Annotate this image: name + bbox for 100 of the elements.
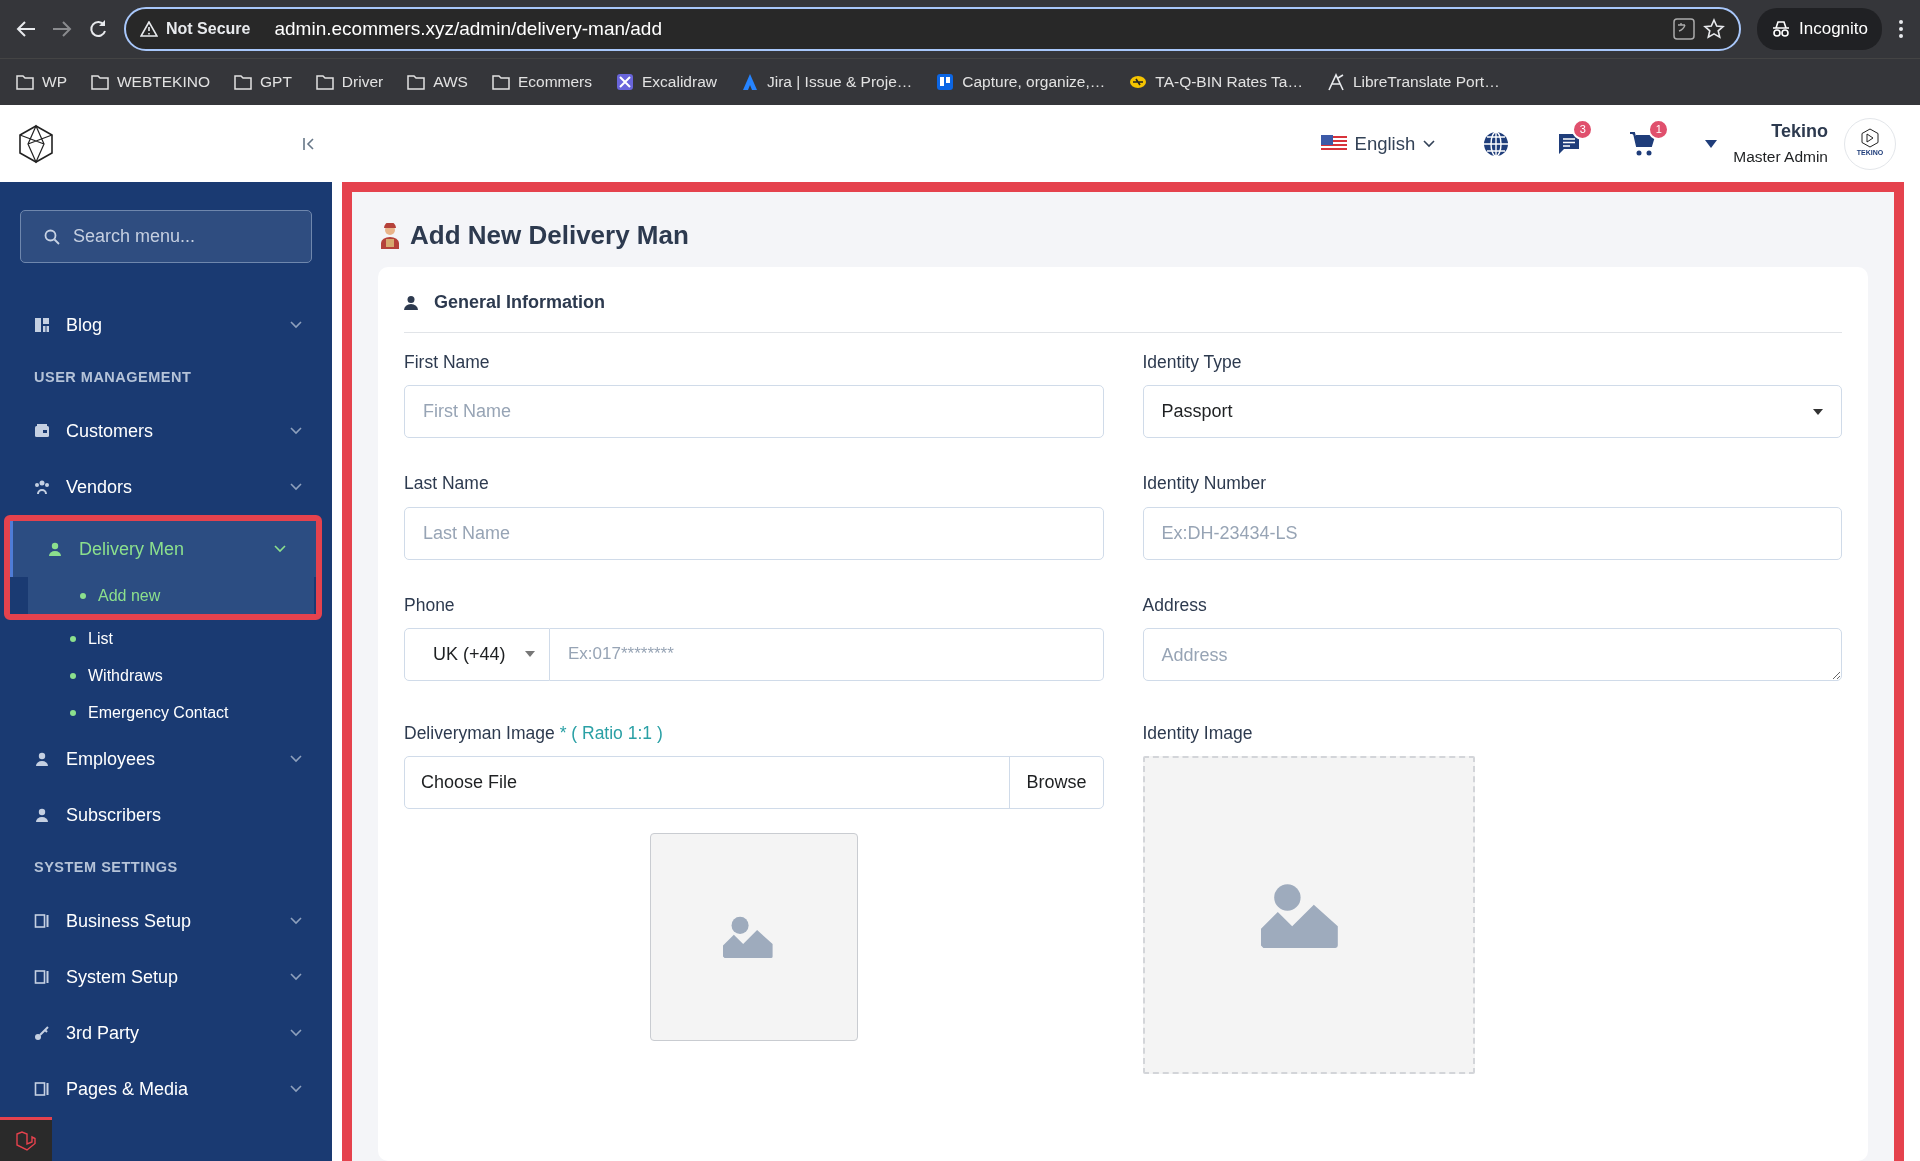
- site-icon: [616, 73, 634, 91]
- sidebar-item[interactable]: Blog: [0, 297, 332, 353]
- site-icon: [1326, 73, 1345, 91]
- logo-icon: [16, 123, 56, 164]
- sidebar-item[interactable]: System Setup: [0, 949, 332, 1005]
- bookmark-link[interactable]: Jira | Issue & Proje…: [740, 70, 913, 94]
- chat-icon[interactable]: [1557, 131, 1582, 156]
- folder-icon: [234, 74, 252, 90]
- chevron-down-icon: [274, 545, 286, 553]
- courier-icon: [378, 222, 402, 249]
- bookmark-link[interactable]: WP: [16, 70, 67, 94]
- bookmark-link[interactable]: WEBTEKINO: [90, 70, 210, 94]
- chevron-down-icon: [290, 1029, 302, 1037]
- bullet-icon: [70, 709, 76, 716]
- page-title: Add New Delivery Man: [410, 220, 689, 252]
- globe-icon[interactable]: [1483, 130, 1510, 157]
- site-icon: [740, 73, 759, 91]
- chevron-down-icon: [290, 755, 302, 763]
- field-label: First Name: [404, 351, 491, 375]
- cart-count: 1: [1648, 118, 1670, 140]
- text-field[interactable]: Ex:DH-23434-LS: [1142, 506, 1842, 560]
- sidebar-item[interactable]: Pages & Media: [0, 1061, 332, 1117]
- select-field[interactable]: Passport: [1142, 385, 1842, 439]
- chevron-down-icon: [290, 321, 302, 329]
- address-bar[interactable]: Not Secure admin.ecommers.xyz/admin/delivery-man/add: [124, 7, 1741, 51]
- field-label: Identity Image: [1142, 721, 1254, 745]
- caret-icon[interactable]: [1705, 139, 1718, 148]
- incognito-icon: [1771, 20, 1791, 38]
- flag-icon: [1320, 134, 1347, 153]
- sidebar-item[interactable]: Business Setup: [0, 893, 332, 949]
- bookmark-link[interactable]: LibreTranslate Port…: [1326, 70, 1500, 94]
- folder-icon: [491, 74, 510, 90]
- sidebar-item[interactable]: Subscribers: [0, 787, 332, 843]
- key-icon: [34, 1025, 50, 1041]
- star-icon[interactable]: [1703, 18, 1725, 40]
- back-icon[interactable]: [16, 20, 36, 38]
- panel-icon: [34, 1081, 50, 1097]
- sidebar-item[interactable]: 3rd Party: [0, 1005, 332, 1061]
- panel-icon: [34, 913, 50, 929]
- bookmark-link[interactable]: AWS: [407, 70, 468, 94]
- caret-icon: [525, 651, 535, 658]
- submenu-item[interactable]: List: [0, 620, 332, 657]
- user-name: Tekino: [1771, 120, 1828, 144]
- submenu-item[interactable]: Emergency Contact: [0, 694, 332, 731]
- cube-icon: [15, 1129, 37, 1152]
- sidebar-item[interactable]: Vendors: [0, 459, 332, 515]
- bookmark-link[interactable]: GPT: [234, 70, 292, 94]
- language-dropdown[interactable]: English: [1320, 129, 1436, 158]
- bookmark-link[interactable]: Capture, organize,…: [936, 70, 1106, 94]
- forward-icon[interactable]: [52, 20, 72, 38]
- text-field[interactable]: First Name: [404, 385, 1104, 439]
- person-icon: [404, 294, 418, 311]
- folder-icon: [407, 74, 426, 90]
- field-label: Deliveryman Image * ( Ratio 1:1 ): [404, 721, 664, 745]
- dashboard-icon: [34, 317, 50, 333]
- people-icon: [34, 479, 50, 495]
- phone-field[interactable]: Ex:017********: [550, 627, 1104, 681]
- bookmark-link[interactable]: Driver: [315, 70, 384, 94]
- submenu-item[interactable]: Add new: [28, 577, 314, 614]
- person-icon: [34, 807, 50, 823]
- translate-icon[interactable]: [1673, 18, 1695, 40]
- more-icon[interactable]: [1898, 19, 1904, 39]
- bookmark-link[interactable]: TA-Q-BIN Rates Ta…: [1129, 70, 1303, 94]
- incognito-button[interactable]: Incognito: [1757, 8, 1882, 50]
- panel-icon: [34, 969, 50, 985]
- folder-icon: [90, 74, 109, 90]
- site-icon: [936, 73, 955, 91]
- bullet-icon: [70, 635, 76, 642]
- url-text: admin.ecommers.xyz/admin/delivery-man/add: [274, 16, 663, 41]
- submenu-item[interactable]: Withdraws: [0, 657, 332, 694]
- sidebar-item[interactable]: Customers: [0, 403, 332, 459]
- field-label: Last Name: [404, 472, 490, 496]
- section-title: General Information: [434, 291, 606, 315]
- address-field[interactable]: Address: [1142, 627, 1842, 681]
- chevron-down-icon: [290, 973, 302, 981]
- sidebar-item[interactable]: Delivery Men: [10, 521, 316, 577]
- bookmark-link[interactable]: Excalidraw: [616, 70, 717, 94]
- chevron-down-icon: [290, 427, 302, 435]
- country-code-select[interactable]: UK (+44): [404, 627, 550, 681]
- text-field[interactable]: Last Name: [404, 506, 1104, 560]
- sidebar-item[interactable]: Employees: [0, 731, 332, 787]
- collapse-icon[interactable]: [302, 136, 316, 151]
- chevron-down-icon: [290, 917, 302, 925]
- bullet-icon: [70, 672, 76, 679]
- search-field[interactable]: Search menu...: [20, 210, 312, 263]
- logo-icon: [1860, 128, 1880, 149]
- section-heading: USER MANAGEMENT: [33, 368, 193, 387]
- chevron-down-icon: [290, 483, 302, 491]
- user-role: Master Admin: [1733, 147, 1828, 168]
- bookmark-link[interactable]: Ecommers: [491, 70, 592, 94]
- file-input[interactable]: Choose File Browse: [404, 756, 1104, 810]
- bullet-icon: [80, 592, 86, 599]
- chevron-down-icon: [1423, 139, 1436, 148]
- wallet-icon: [34, 423, 50, 439]
- laravel-button[interactable]: [0, 1117, 52, 1161]
- person-icon: [47, 541, 63, 557]
- person-icon: [34, 751, 50, 767]
- field-label: Address: [1142, 593, 1208, 617]
- reload-icon[interactable]: [88, 19, 108, 39]
- section-heading: SYSTEM SETTINGS: [33, 858, 179, 877]
